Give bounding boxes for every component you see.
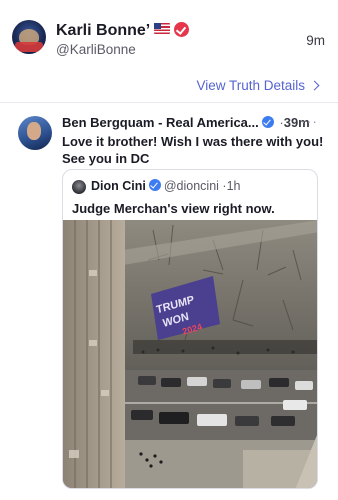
author-name-row[interactable]: Karli Bonne’ xyxy=(56,22,190,40)
reply-header: Ben Bergquam - Real America... ·39m xyxy=(62,115,310,130)
us-flag-icon xyxy=(154,23,171,34)
quoted-post-text: Judge Merchan's view right now. xyxy=(72,201,275,216)
quoted-time: 1h xyxy=(226,179,241,193)
chevron-right-icon xyxy=(309,80,320,91)
quoted-post-photo[interactable]: TRUMP WON 2024 xyxy=(63,220,317,488)
reply-text: Love it brother! Wish I was there with y… xyxy=(62,134,324,166)
more-options-icon[interactable]: ··· xyxy=(301,113,318,129)
quoted-author-name: Dion Cini xyxy=(91,179,146,193)
reply-author-name[interactable]: Ben Bergquam - Real America... xyxy=(62,115,259,130)
verified-badge-icon xyxy=(261,116,274,128)
aerial-street-photo: TRUMP WON 2024 xyxy=(63,220,317,488)
quoted-post-card[interactable]: Dion Cini @dioncini ·1h Judge Merchan's v… xyxy=(62,169,318,489)
verified-badge-icon xyxy=(148,179,161,191)
author-avatar[interactable] xyxy=(12,20,46,54)
reply-author-avatar[interactable] xyxy=(18,116,52,150)
quoted-author-handle: @dioncini xyxy=(163,179,219,193)
quoted-post-header: Dion Cini @dioncini ·1h xyxy=(91,179,241,193)
divider xyxy=(0,102,338,103)
quoted-author-avatar xyxy=(72,180,86,194)
post-time: 9m xyxy=(306,33,325,48)
author-name[interactable]: Karli Bonne’ xyxy=(56,22,150,39)
verified-badge-icon xyxy=(174,22,190,37)
view-truth-details-link[interactable]: View Truth Details xyxy=(196,78,320,93)
view-truth-details-label: View Truth Details xyxy=(196,78,305,93)
author-handle[interactable]: @KarliBonne xyxy=(56,42,136,57)
post-header: Karli Bonne’ @KarliBonne 9m xyxy=(0,0,338,70)
